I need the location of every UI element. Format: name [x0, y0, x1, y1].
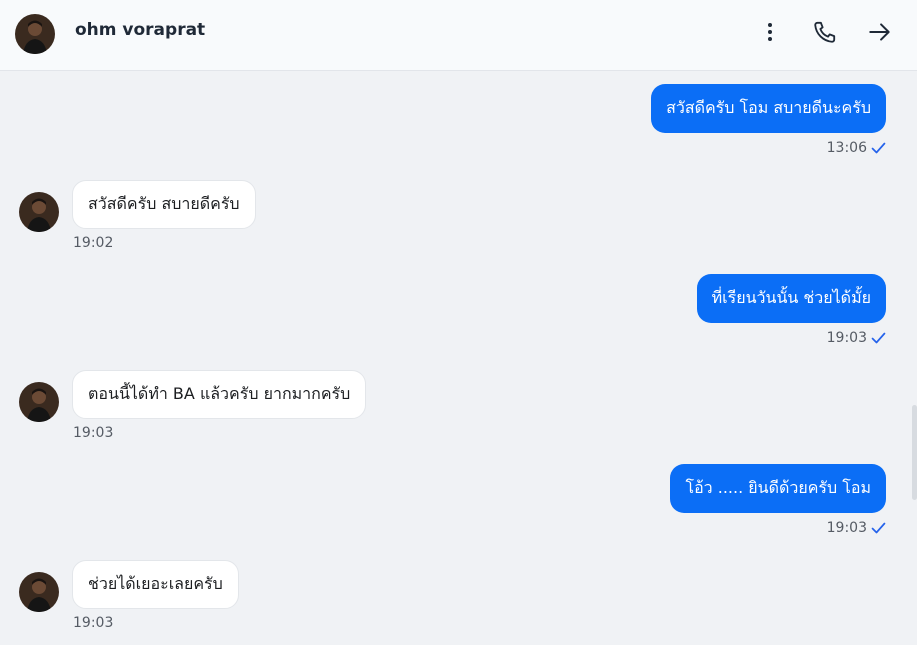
message-time: 19:03 [826, 330, 867, 346]
check-icon [871, 142, 886, 154]
message-text: โอ้ว ..... ยินดีด้วยครับ โอม [685, 478, 871, 497]
message-meta: 13:06 [827, 140, 886, 156]
message-time: 19:03 [826, 520, 867, 536]
message-time: 19:02 [73, 235, 114, 251]
check-icon [871, 332, 886, 344]
message-text: สวัสดีครับ โอม สบายดีนะครับ [666, 98, 871, 117]
contact-name[interactable]: ohm voraprat [75, 20, 205, 40]
chat-header: ohm voraprat [0, 0, 917, 71]
contact-avatar[interactable] [15, 14, 55, 54]
message-time: 19:03 [73, 615, 114, 631]
sender-avatar[interactable] [19, 192, 59, 232]
check-icon [871, 522, 886, 534]
sender-avatar[interactable] [19, 382, 59, 422]
scrollbar-thumb[interactable] [912, 405, 917, 500]
phone-icon[interactable] [812, 19, 838, 45]
message-bubble-incoming[interactable]: ช่วยได้เยอะเลยครับ [72, 560, 239, 609]
message-bubble-incoming[interactable]: ตอนนี้ได้ทำ BA แล้วครับ ยากมากครับ [72, 370, 367, 419]
message-time: 13:06 [826, 140, 867, 156]
message-text: ช่วยได้เยอะเลยครับ [88, 574, 223, 593]
message-text: ที่เรียนวันนั้น ช่วยได้มั้ย [711, 288, 871, 307]
message-meta: 19:03 [827, 520, 886, 536]
message-text: สวัสดีครับ สบายดีครับ [88, 194, 240, 213]
more-vertical-icon[interactable] [757, 19, 783, 45]
message-bubble-outgoing[interactable]: ที่เรียนวันนั้น ช่วยได้มั้ย [696, 274, 886, 323]
sender-avatar[interactable] [19, 572, 59, 612]
message-bubble-outgoing[interactable]: โอ้ว ..... ยินดีด้วยครับ โอม [670, 464, 886, 513]
message-meta: 19:03 [827, 330, 886, 346]
message-text: ตอนนี้ได้ทำ BA แล้วครับ ยากมากครับ [88, 384, 351, 403]
message-bubble-outgoing[interactable]: สวัสดีครับ โอม สบายดีนะครับ [651, 84, 886, 133]
message-time: 19:03 [73, 425, 114, 441]
arrow-right-icon[interactable] [867, 19, 893, 45]
message-bubble-incoming[interactable]: สวัสดีครับ สบายดีครับ [72, 180, 256, 229]
